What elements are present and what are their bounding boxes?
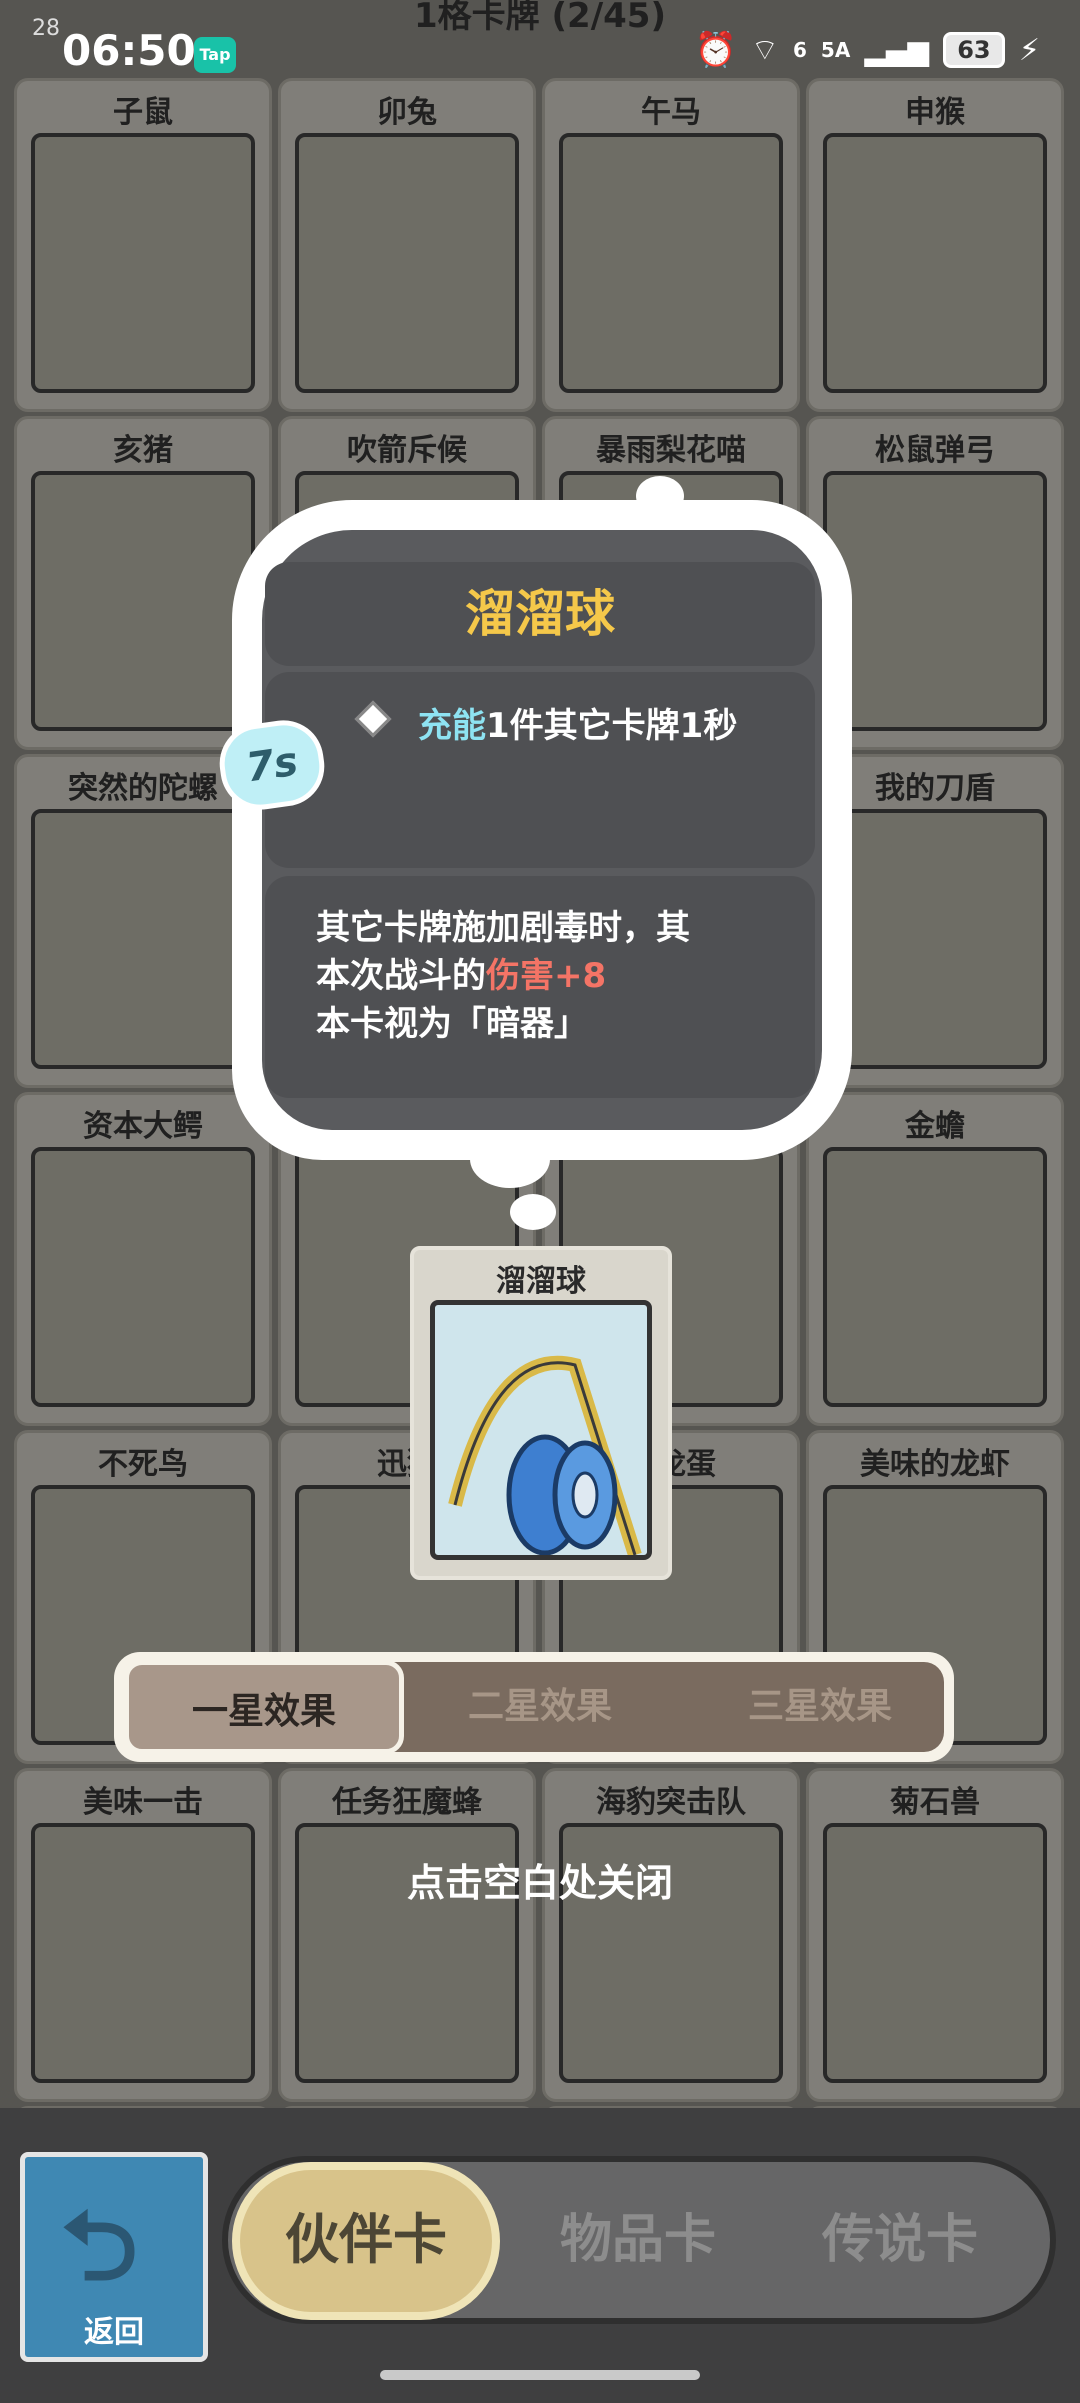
effect-body: 1件其它卡牌1秒 — [486, 706, 738, 746]
battery-indicator: 63 — [942, 32, 1005, 68]
status-icons: ⏰ ⌔ 6 5A ▂▄▆ 63 ⚡ — [694, 30, 1040, 70]
item-card-name: 溜溜球 — [496, 1264, 586, 1299]
signal-icon: ▂▄▆ — [864, 33, 929, 67]
popup-title: 溜溜球 — [265, 562, 815, 666]
yoyo-icon — [430, 1300, 652, 1560]
home-indicator[interactable] — [380, 2370, 700, 2380]
bubble-puff-top — [636, 476, 684, 516]
network-label-1: 6 — [792, 38, 807, 62]
close-hint: 点击空白处关闭 — [406, 1861, 673, 1905]
bubble-puff-1 — [470, 1130, 550, 1188]
tab-one-star[interactable]: 一星效果 — [124, 1660, 404, 1754]
desc-line-3: 本卡视为「暗器」 — [316, 1004, 588, 1044]
charging-icon: ⚡ — [1018, 32, 1040, 68]
notification-count: 28 — [32, 16, 60, 41]
wifi-icon: ⌔ — [750, 33, 779, 68]
tab-three-star[interactable]: 三星效果 — [700, 1668, 940, 1746]
damage-bonus: 伤害+8 — [486, 956, 607, 996]
description-text: 其它卡牌施加剧毒时，其 本次战斗的伤害+8 本卡视为「暗器」 — [316, 904, 796, 1048]
item-card-preview: 溜溜球 — [410, 1246, 672, 1580]
desc-line-2: 本次战斗的伤害+8 — [316, 952, 796, 1000]
alarm-icon: ⏰ — [694, 30, 737, 70]
taptap-icon: Tap — [194, 37, 236, 73]
desc-line-2-a: 本次战斗的 — [316, 956, 486, 996]
network-label-2: 5A — [820, 38, 851, 62]
back-label: 返回 — [84, 2315, 144, 2350]
tab-item-cards[interactable]: 物品卡 — [528, 2190, 748, 2290]
effect-text: 充能1件其它卡牌1秒 — [418, 698, 737, 747]
back-button[interactable]: ⮌ 返回 — [20, 2152, 208, 2362]
desc-line-1: 其它卡牌施加剧毒时，其 — [316, 908, 690, 948]
bubble-puff-2 — [510, 1194, 556, 1230]
effect-highlight: 充能 — [418, 706, 486, 746]
tab-partner-cards[interactable]: 伙伴卡 — [232, 2162, 500, 2320]
status-bar: 28 06:50 Tap ⏰ ⌔ 6 5A ▂▄▆ 63 ⚡ — [0, 0, 1080, 80]
tab-two-star[interactable]: 二星效果 — [420, 1668, 660, 1746]
tab-legend-cards[interactable]: 传说卡 — [790, 2190, 1010, 2290]
status-time: 06:50 — [62, 26, 196, 75]
